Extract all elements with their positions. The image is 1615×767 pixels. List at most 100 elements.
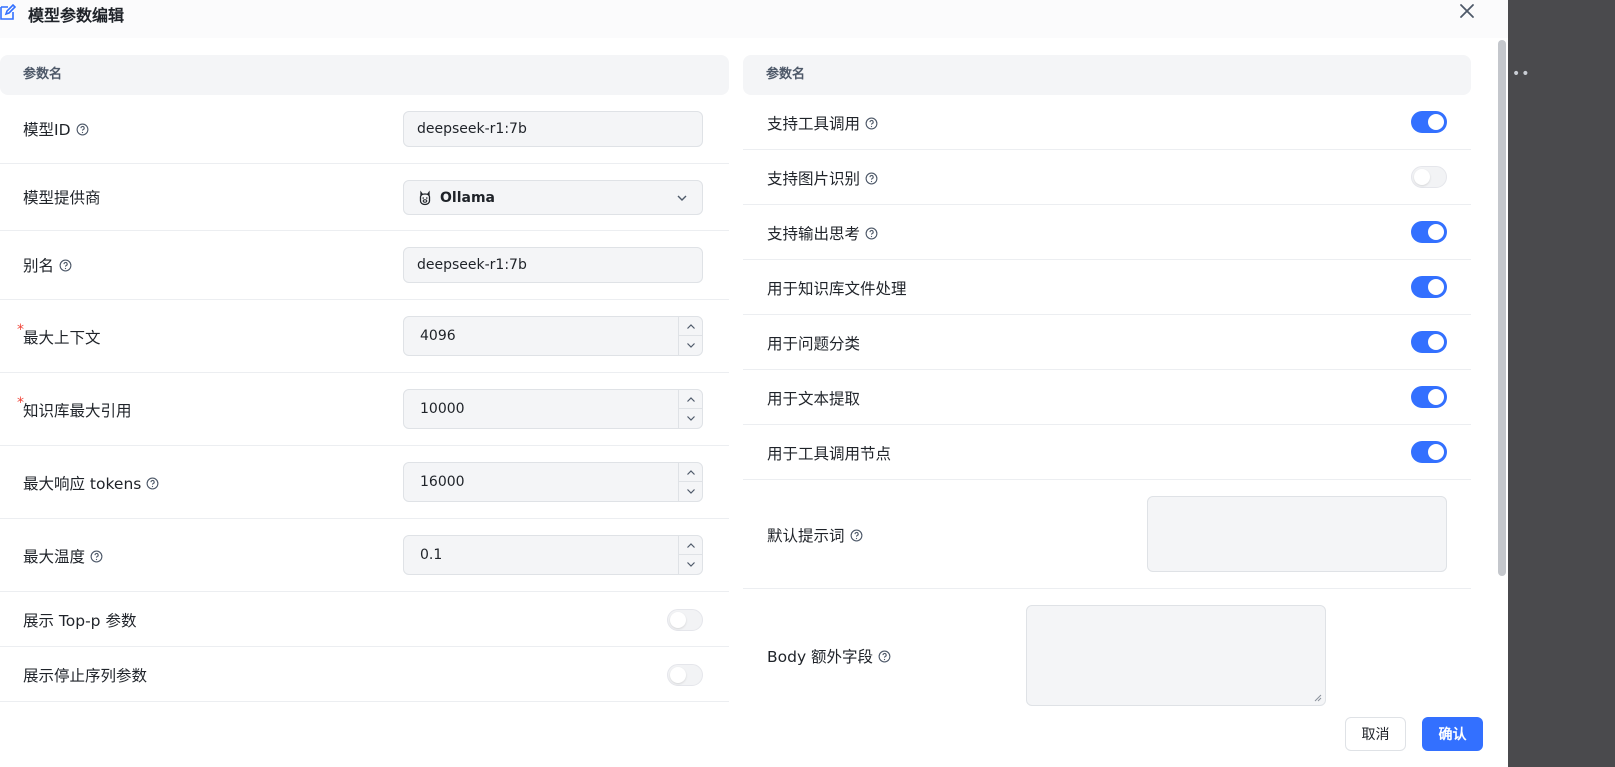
- chevron-down-icon: [677, 195, 687, 201]
- kb-max-ref-input[interactable]: 10000: [403, 389, 703, 429]
- alias-label: 别名: [23, 254, 72, 276]
- default-prompt-textarea[interactable]: [1147, 496, 1447, 572]
- body-extra-label: Body 额外字段: [767, 645, 891, 667]
- alias-input[interactable]: deepseek-r1:7b: [403, 247, 703, 283]
- edit-icon: [0, 4, 16, 20]
- question-circle-icon[interactable]: [878, 650, 891, 663]
- question-circle-icon[interactable]: [90, 550, 103, 563]
- model-id-label-text: 模型ID: [23, 121, 71, 139]
- provider-value: Ollama: [440, 189, 495, 206]
- model-id-input[interactable]: deepseek-r1:7b: [403, 111, 703, 147]
- provider-select[interactable]: Ollama: [403, 180, 703, 215]
- kb-max-ref-value: 10000: [420, 401, 465, 417]
- max-tokens-value: 16000: [420, 474, 465, 490]
- question-circle-icon[interactable]: [865, 227, 878, 240]
- question-classify-label: 用于问题分类: [767, 335, 861, 353]
- resize-handle-icon[interactable]: [1314, 694, 1322, 702]
- decrement-button[interactable]: [679, 409, 702, 428]
- max-tokens-input[interactable]: 16000: [403, 462, 703, 502]
- ollama-llama-icon: [419, 190, 431, 206]
- divider: [743, 204, 1471, 205]
- default-prompt-label-text: 默认提示词: [767, 527, 845, 545]
- chevron-down-icon: [686, 562, 695, 567]
- dialog-header: 模型参数编辑: [0, 0, 1508, 38]
- show-stop-seq-toggle[interactable]: [667, 664, 703, 686]
- left-param-header: 参数名: [0, 55, 729, 95]
- question-circle-icon[interactable]: [850, 529, 863, 542]
- more-icon: ••: [1512, 66, 1531, 82]
- chevron-up-icon: [686, 396, 695, 402]
- toggle-knob: [670, 667, 686, 683]
- tool-call-label: 支持工具调用: [767, 112, 878, 134]
- confirm-button[interactable]: 确认: [1422, 717, 1483, 751]
- increment-button[interactable]: [679, 463, 702, 482]
- output-thinking-toggle[interactable]: [1411, 221, 1447, 243]
- toggle-knob: [1428, 114, 1444, 130]
- divider: [743, 259, 1471, 260]
- decrement-button[interactable]: [679, 482, 702, 501]
- chevron-up-icon: [686, 323, 695, 329]
- divider: [0, 646, 729, 647]
- body-extra-textarea[interactable]: [1026, 605, 1326, 706]
- divider: [743, 369, 1471, 370]
- tool-call-toggle[interactable]: [1411, 111, 1447, 133]
- max-temperature-value: 0.1: [420, 547, 443, 563]
- number-stepper: [678, 463, 702, 501]
- max-context-input[interactable]: 4096: [403, 316, 703, 356]
- divider: [0, 372, 729, 373]
- divider: [0, 591, 729, 592]
- kb-file-process-toggle[interactable]: [1411, 276, 1447, 298]
- divider: [743, 149, 1471, 150]
- question-circle-icon[interactable]: [146, 477, 159, 490]
- max-context-label: 最大上下文: [23, 329, 101, 347]
- question-circle-icon[interactable]: [76, 123, 89, 136]
- max-context-value: 4096: [420, 328, 456, 344]
- dialog-scrollbar[interactable]: [1498, 40, 1506, 576]
- question-circle-icon[interactable]: [865, 172, 878, 185]
- chevron-up-icon: [686, 469, 695, 475]
- page-backdrop: [1508, 0, 1615, 767]
- toggle-knob: [1428, 334, 1444, 350]
- question-circle-icon[interactable]: [59, 259, 72, 272]
- increment-button[interactable]: [679, 317, 702, 336]
- question-circle-icon[interactable]: [865, 117, 878, 130]
- output-thinking-label: 支持输出思考: [767, 222, 878, 244]
- close-icon[interactable]: [1458, 2, 1476, 20]
- image-recog-toggle[interactable]: [1411, 166, 1447, 188]
- tool-call-label-text: 支持工具调用: [767, 115, 861, 133]
- tool-call-node-toggle[interactable]: [1411, 441, 1447, 463]
- toggle-knob: [1428, 279, 1444, 295]
- image-recog-label: 支持图片识别: [767, 167, 878, 189]
- increment-button[interactable]: [679, 390, 702, 409]
- cancel-button[interactable]: 取消: [1345, 717, 1406, 751]
- increment-button[interactable]: [679, 536, 702, 555]
- divider: [0, 163, 729, 164]
- max-temperature-label-text: 最大温度: [23, 548, 86, 566]
- show-top-p-toggle[interactable]: [667, 609, 703, 631]
- tool-call-node-label: 用于工具调用节点: [767, 445, 892, 463]
- max-temperature-input[interactable]: 0.1: [403, 535, 703, 575]
- right-param-header: 参数名: [743, 55, 1471, 95]
- body-extra-label-text: Body 额外字段: [767, 648, 874, 666]
- text-extract-label: 用于文本提取: [767, 390, 861, 408]
- question-classify-toggle[interactable]: [1411, 331, 1447, 353]
- divider: [0, 230, 729, 231]
- text-extract-toggle[interactable]: [1411, 386, 1447, 408]
- model-param-dialog: 模型参数编辑 参数名 模型ID deepseek-r1:7b 模型提供商 Oll…: [0, 0, 1508, 767]
- kb-max-ref-label: 知识库最大引用: [23, 402, 132, 420]
- divider: [743, 479, 1471, 480]
- show-top-p-label: 展示 Top-p 参数: [23, 612, 137, 630]
- decrement-button[interactable]: [679, 555, 702, 574]
- toggle-knob: [1428, 224, 1444, 240]
- max-tokens-label: 最大响应 tokens: [23, 472, 159, 494]
- toggle-knob: [1428, 444, 1444, 460]
- divider: [743, 314, 1471, 315]
- number-stepper: [678, 390, 702, 428]
- divider: [743, 588, 1471, 589]
- kb-file-process-label: 用于知识库文件处理: [767, 280, 907, 298]
- divider: [0, 299, 729, 300]
- provider-label: 模型提供商: [23, 189, 101, 207]
- model-id-label: 模型ID: [23, 118, 89, 140]
- decrement-button[interactable]: [679, 336, 702, 355]
- number-stepper: [678, 536, 702, 574]
